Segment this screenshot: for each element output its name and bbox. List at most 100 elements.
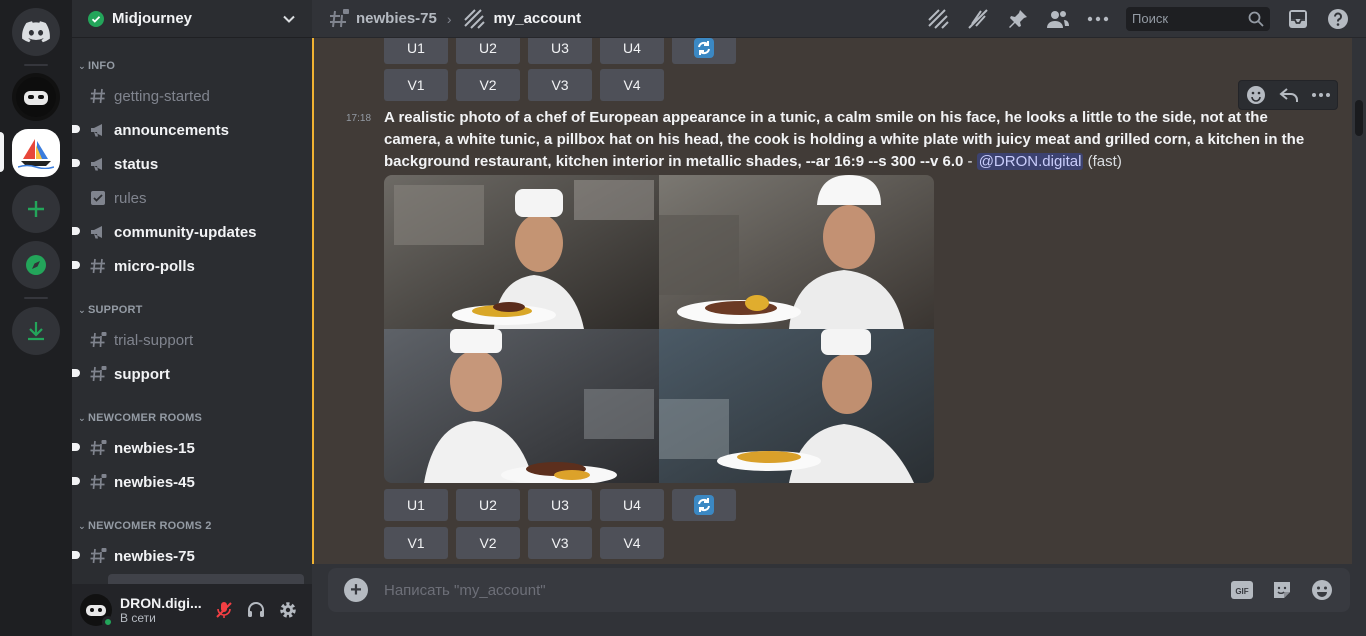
header-toolbar: Поиск: [918, 6, 1358, 31]
channel-newbies-15[interactable]: newbies-15: [72, 432, 304, 464]
chevron-down-icon: ⌄: [78, 304, 86, 315]
upscale-button[interactable]: U1: [384, 38, 448, 64]
user-mention[interactable]: @DRON.digital: [976, 153, 1084, 170]
upscale-button[interactable]: U3: [528, 489, 592, 521]
threads-button[interactable]: [926, 7, 950, 31]
thread-item-selected[interactable]: [108, 574, 304, 584]
hash-icon: [88, 86, 108, 106]
reroll-button[interactable]: [672, 38, 736, 64]
channel-trial-support[interactable]: trial-support: [80, 324, 304, 356]
category-newcomer-rooms[interactable]: ⌄ NEWCOMER ROOMS: [76, 412, 202, 424]
robot-icon: [16, 77, 56, 117]
image-grid-attachment[interactable]: [384, 175, 934, 483]
reroll-button[interactable]: [672, 489, 736, 521]
variation-button[interactable]: V3: [528, 69, 592, 101]
rules-icon: [88, 188, 108, 208]
more-options-button[interactable]: [1086, 7, 1110, 31]
active-server-pill: [0, 132, 4, 172]
parent-channel-link[interactable]: newbies-75: [356, 10, 437, 27]
message-list: U1 U2 U3 U4 V1 V2 V3 V4 17:18 A realisti…: [312, 38, 1352, 564]
variation-button[interactable]: V1: [384, 527, 448, 559]
deafen-button[interactable]: [240, 594, 272, 626]
message-input[interactable]: Написать "my_account": [384, 582, 1214, 599]
add-server-button[interactable]: [12, 185, 60, 233]
channel-announcements[interactable]: announcements: [72, 114, 304, 146]
discord-home-button[interactable]: [12, 8, 60, 56]
channel-support[interactable]: support: [72, 358, 304, 390]
help-button[interactable]: [1326, 7, 1350, 31]
upscale-button[interactable]: U2: [456, 38, 520, 64]
category-label: NEWCOMER ROOMS: [88, 412, 203, 424]
channel-sidebar: Midjourney ⌄ INFO getting-started announ…: [72, 0, 312, 636]
upscale-button[interactable]: U1: [384, 489, 448, 521]
add-reaction-icon[interactable]: [1245, 84, 1267, 106]
midjourney-boat-icon: [18, 139, 54, 169]
unread-indicator: [72, 443, 80, 451]
variation-buttons: V1 V2 V3 V4: [384, 527, 672, 559]
attach-plus-icon[interactable]: +: [344, 578, 368, 602]
emoji-button[interactable]: [1310, 578, 1334, 602]
generated-image-3[interactable]: [384, 329, 659, 483]
channel-micro-polls[interactable]: micro-polls: [72, 250, 304, 282]
emoji-icon: [1312, 580, 1332, 600]
upscale-button[interactable]: U4: [600, 489, 664, 521]
channel-newbies-45[interactable]: newbies-45: [72, 466, 304, 498]
thread-icon: [463, 8, 485, 29]
pin-icon: [1009, 9, 1027, 28]
notification-settings-button[interactable]: [966, 7, 990, 31]
channel-community-updates[interactable]: community-updates: [72, 216, 304, 248]
category-newcomer-rooms-2[interactable]: ⌄ NEWCOMER ROOMS 2: [76, 520, 212, 532]
user-meta[interactable]: DRON.digi... В сети: [120, 595, 208, 625]
explore-servers-button[interactable]: [12, 241, 60, 289]
search-input[interactable]: Поиск: [1126, 6, 1270, 31]
user-settings-button[interactable]: [272, 594, 304, 626]
chevron-down-icon[interactable]: [282, 12, 296, 26]
members-icon: [1047, 10, 1069, 28]
upscale-button[interactable]: U4: [600, 38, 664, 64]
server-midjourney[interactable]: [12, 129, 60, 177]
username: DRON.digi...: [120, 595, 202, 611]
ellipsis-icon: [1087, 16, 1109, 21]
user-panel: DRON.digi... В сети: [72, 584, 312, 636]
ellipsis-icon[interactable]: [1311, 92, 1331, 98]
channel-getting-started[interactable]: getting-started: [80, 80, 304, 112]
inbox-button[interactable]: [1286, 7, 1310, 31]
message-composer[interactable]: + Написать "my_account" GIF: [328, 568, 1350, 612]
server-bot-avatar[interactable]: [12, 73, 60, 121]
generated-image-2[interactable]: [659, 175, 934, 329]
mic-muted-icon: [216, 602, 232, 618]
mute-button[interactable]: [208, 594, 240, 626]
reply-icon[interactable]: [1278, 84, 1300, 106]
refresh-icon: [694, 495, 714, 515]
download-apps-button[interactable]: [12, 307, 60, 355]
guild-header[interactable]: Midjourney: [72, 0, 312, 38]
variation-button[interactable]: V2: [456, 527, 520, 559]
avatar[interactable]: [80, 594, 114, 628]
thread-title: my_account: [493, 10, 582, 27]
variation-button[interactable]: V3: [528, 527, 592, 559]
member-list-button[interactable]: [1046, 7, 1070, 31]
category-support[interactable]: ⌄ SUPPORT: [76, 304, 143, 316]
hash-lock-icon: [88, 438, 108, 458]
channel-status[interactable]: status: [72, 148, 304, 180]
pinned-messages-button[interactable]: [1006, 7, 1030, 31]
unread-mention-bar: [312, 38, 314, 564]
variation-button[interactable]: V1: [384, 69, 448, 101]
generated-image-4[interactable]: [659, 329, 934, 483]
channel-rules[interactable]: rules: [80, 182, 304, 214]
upscale-button[interactable]: U2: [456, 489, 520, 521]
channel-label: micro-polls: [114, 257, 195, 275]
scrollbar-thumb[interactable]: [1355, 100, 1363, 136]
variation-button[interactable]: V4: [600, 527, 664, 559]
upscale-button[interactable]: U3: [528, 38, 592, 64]
megaphone-icon: [88, 154, 108, 174]
hash-lock-icon: [88, 546, 108, 566]
variation-button[interactable]: V2: [456, 69, 520, 101]
channel-newbies-75[interactable]: newbies-75: [72, 540, 304, 572]
gif-button[interactable]: GIF: [1230, 578, 1254, 602]
generated-image-1[interactable]: [384, 175, 659, 329]
category-label: INFO: [88, 60, 116, 72]
variation-button[interactable]: V4: [600, 69, 664, 101]
sticker-button[interactable]: [1270, 578, 1294, 602]
category-info[interactable]: ⌄ INFO: [76, 60, 115, 72]
